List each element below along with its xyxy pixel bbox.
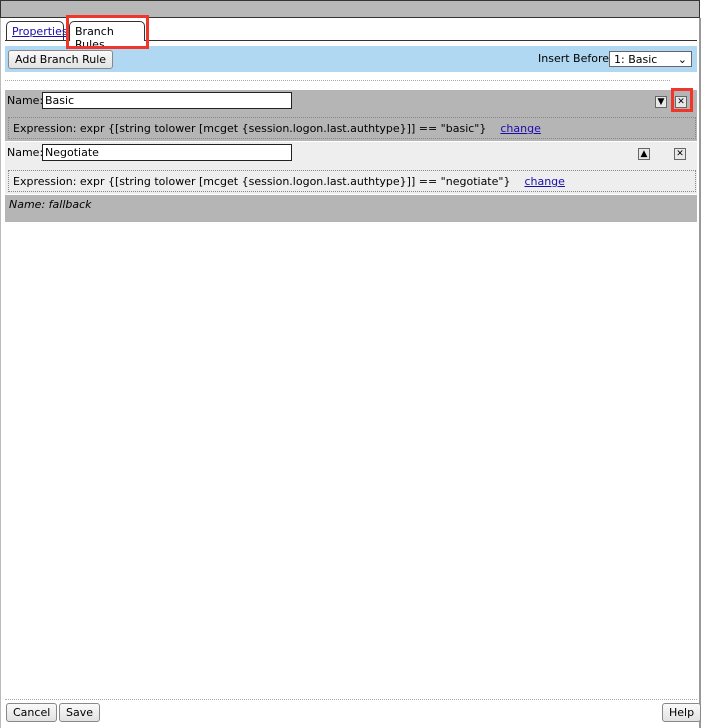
name-input[interactable]: Basic	[42, 92, 292, 109]
chevron-down-icon: ⌄	[677, 52, 687, 66]
tab-properties-link[interactable]: Properties	[12, 25, 68, 38]
close-icon[interactable]: ✕	[674, 148, 686, 160]
cancel-button[interactable]: Cancel	[6, 703, 58, 722]
tab-highlight	[66, 15, 149, 49]
insert-before-value: 1: Basic	[614, 52, 658, 66]
footer-divider	[5, 699, 697, 700]
fallback-label: Name: fallback	[9, 198, 92, 211]
name-label: Name:	[7, 146, 44, 159]
help-button[interactable]: Help	[662, 703, 702, 722]
name-input[interactable]: Negotiate	[42, 144, 292, 161]
save-button[interactable]: Save	[59, 703, 101, 722]
divider	[5, 80, 670, 81]
tab-properties[interactable]: Properties	[6, 21, 68, 41]
arrow-down-icon[interactable]: ▼	[655, 96, 667, 108]
name-label: Name:	[7, 94, 44, 107]
insert-before-select[interactable]: 1: Basic ⌄	[609, 51, 692, 67]
insert-before-label: Insert Before:	[538, 52, 613, 65]
change-link[interactable]: change	[500, 122, 540, 135]
right-border	[699, 18, 701, 728]
add-branch-rule-button[interactable]: Add Branch Rule	[8, 50, 114, 69]
expression-text: Expression: expr {[string tolower [mcget…	[13, 175, 511, 188]
delete-highlight	[671, 88, 693, 112]
change-link[interactable]: change	[524, 175, 564, 188]
expression-negotiate: Expression: expr {[string tolower [mcget…	[8, 170, 696, 192]
fallback-rule: Name: fallback	[5, 195, 697, 222]
left-border	[0, 18, 1, 728]
expression-text: Expression: expr {[string tolower [mcget…	[13, 122, 487, 135]
arrow-up-icon[interactable]: ▲	[638, 148, 650, 160]
toolbar: Add Branch Rule Insert Before: 1: Basic ⌄	[5, 46, 697, 72]
expression-basic: Expression: expr {[string tolower [mcget…	[8, 117, 696, 139]
